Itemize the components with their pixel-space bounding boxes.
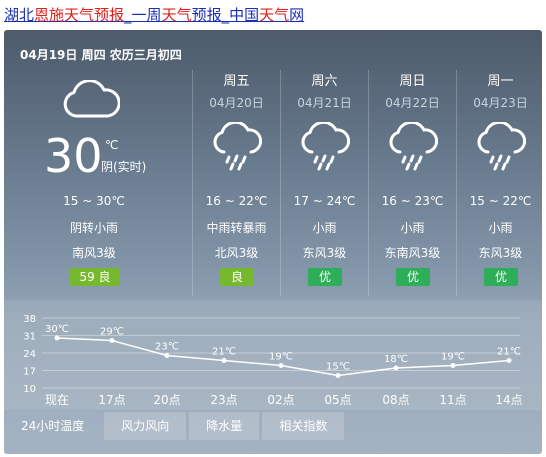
current-temperature: 30 bbox=[44, 129, 103, 183]
forecast-wind: 北风3级 bbox=[214, 246, 259, 260]
temperature-point bbox=[109, 338, 115, 343]
today-date: 04月19日 周四 农历三月初四 bbox=[20, 48, 182, 62]
forecast-wind: 东风3级 bbox=[302, 246, 347, 260]
temperature-point bbox=[221, 358, 227, 363]
forecast-weather-desc: 中雨转暴雨 bbox=[206, 221, 267, 235]
forecast-weather-desc: 小雨 bbox=[400, 221, 425, 235]
forecast-day[interactable]: 周一 04月23日 15 ~ 22℃ 小雨东风3级优 bbox=[456, 70, 542, 296]
hourly-temperature-chart: 38 31 24 17 10 30℃ 29℃ 23℃ 21℃ 19℃ 15℃ 18℃ 19℃ 21℃ 现在 1… bbox=[4, 300, 542, 410]
forecast-temp-range: 16 ~ 22℃ bbox=[205, 194, 268, 208]
temperature-data-label: 15℃ bbox=[326, 362, 350, 373]
today-weather-desc: 阴转小雨 bbox=[69, 221, 118, 235]
forecast-date: 04月23日 bbox=[473, 96, 528, 110]
forecast-date: 04月22日 bbox=[385, 96, 440, 110]
page-header-link[interactable]: 湖北恩施天气预报_一周天气预报_中国天气网 bbox=[4, 4, 304, 26]
temperature-data-label: 30℃ bbox=[45, 324, 69, 335]
temperature-point bbox=[278, 363, 284, 368]
forecast-weekday: 周日 bbox=[399, 74, 426, 89]
forecast-weather-desc: 小雨 bbox=[312, 221, 337, 235]
aqi-value: 59 bbox=[79, 270, 95, 284]
today-aqi-badge[interactable]: 59 良 bbox=[70, 268, 120, 286]
chart-tab[interactable]: 降水量 bbox=[189, 412, 260, 440]
temperature-chart-svg: 38 31 24 17 10 30℃ 29℃ 23℃ 21℃ 19℃ 15℃ 18℃ 19℃ 21℃ 现在 1… bbox=[23, 314, 522, 407]
x-tick-label: 17点 bbox=[98, 393, 125, 407]
forecast-aqi-badge[interactable]: 优 bbox=[308, 268, 342, 286]
forecast-day[interactable]: 周五 04月20日 16 ~ 22℃ 中雨转暴雨北风3级良 bbox=[192, 70, 280, 296]
header-text-segment: _中国 bbox=[221, 6, 260, 24]
temperature-data-label: 19℃ bbox=[441, 352, 465, 363]
chart-tabs: 24小时温度 风力风向 降水量 相关指数 bbox=[4, 412, 345, 440]
y-tick-label: 10 bbox=[23, 384, 36, 395]
x-tick-label: 14点 bbox=[495, 393, 522, 407]
temperature-data-label: 21℃ bbox=[497, 347, 521, 358]
chart-tab[interactable]: 相关指数 bbox=[262, 412, 345, 440]
rain-icon bbox=[300, 120, 351, 176]
x-tick-label: 08点 bbox=[382, 393, 409, 407]
y-tick-label: 24 bbox=[23, 349, 36, 360]
forecast-weekday: 周六 bbox=[311, 74, 338, 89]
y-tick-label: 38 bbox=[23, 314, 36, 325]
forecast-temp-range: 17 ~ 24℃ bbox=[293, 194, 356, 208]
forecast-wind: 东风3级 bbox=[478, 246, 523, 260]
y-tick-label: 31 bbox=[23, 332, 36, 343]
forecast-date: 04月21日 bbox=[297, 96, 352, 110]
chart-tab[interactable]: 风力风向 bbox=[104, 412, 187, 440]
header-text-segment: 天气 bbox=[259, 6, 290, 24]
weather-panel: 04月19日 周四 农历三月初四 30 ℃ 阴(实时) 15 ~ 30℃ 阴转小… bbox=[4, 30, 542, 454]
x-tick-label: 05点 bbox=[324, 393, 351, 407]
forecast-aqi-badge[interactable]: 优 bbox=[484, 268, 518, 286]
header-text-segment: 湖北 bbox=[4, 6, 35, 24]
x-tick-label: 11点 bbox=[439, 393, 466, 407]
current-condition: 阴(实时) bbox=[101, 160, 147, 174]
temperature-point bbox=[54, 335, 60, 341]
forecast-temp-range: 16 ~ 23℃ bbox=[381, 194, 444, 208]
header-text-segment: 网 bbox=[289, 6, 305, 24]
rain-icon bbox=[476, 120, 527, 176]
header-text-segment: _一周 bbox=[124, 6, 162, 24]
temperature-point bbox=[506, 358, 512, 363]
header-text-segment: 预报 bbox=[191, 6, 222, 24]
temperature-point bbox=[393, 365, 399, 371]
x-tick-label: 02点 bbox=[267, 393, 294, 407]
temperature-data-label: 19℃ bbox=[269, 352, 293, 363]
temperature-point bbox=[335, 373, 341, 378]
x-tick-label: 23点 bbox=[210, 393, 237, 407]
x-tick-label: 20点 bbox=[153, 393, 180, 407]
forecast-temp-range: 15 ~ 22℃ bbox=[469, 194, 532, 208]
temperature-data-label: 23℃ bbox=[155, 342, 179, 353]
weather-title-link[interactable]: 湖北恩施天气预报_一周天气预报_中国天气网 bbox=[4, 6, 304, 24]
forecast-weekday: 周五 bbox=[223, 74, 250, 89]
temperature-data-label: 29℃ bbox=[100, 327, 124, 338]
temperature-unit: ℃ bbox=[105, 138, 119, 152]
chart-tab[interactable]: 24小时温度 bbox=[4, 412, 101, 440]
temperature-data-label: 21℃ bbox=[212, 347, 236, 358]
x-tick-label: 现在 bbox=[45, 393, 69, 407]
header-text-segment: 恩施 bbox=[34, 6, 65, 24]
forecast-aqi-badge[interactable]: 良 bbox=[220, 268, 254, 286]
header-text-segment: 天气 bbox=[161, 6, 192, 24]
forecast-weekday: 周一 bbox=[487, 74, 514, 89]
cloudy-icon bbox=[62, 79, 121, 124]
forecast-day[interactable]: 周六 04月21日 17 ~ 24℃ 小雨东风3级优 bbox=[280, 70, 368, 296]
temperature-point bbox=[450, 363, 456, 368]
forecast-day[interactable]: 周日 04月22日 16 ~ 23℃ 小雨东南风3级优 bbox=[368, 70, 456, 296]
today-wind: 南风3级 bbox=[72, 246, 116, 260]
aqi-label: 良 bbox=[98, 270, 111, 284]
today-temp-range: 15 ~ 30℃ bbox=[63, 194, 125, 208]
forecast-wind: 东南风3级 bbox=[384, 246, 441, 260]
forecast-date: 04月20日 bbox=[209, 96, 264, 110]
rain-icon bbox=[212, 120, 263, 176]
temperature-point bbox=[164, 353, 170, 358]
header-text-segment: 天气预报 bbox=[64, 6, 125, 24]
y-tick-label: 17 bbox=[23, 367, 36, 378]
forecast-weather-desc: 小雨 bbox=[488, 221, 513, 235]
forecast-aqi-badge[interactable]: 优 bbox=[396, 268, 430, 286]
temperature-data-label: 18℃ bbox=[384, 354, 408, 365]
rain-icon bbox=[388, 120, 439, 176]
